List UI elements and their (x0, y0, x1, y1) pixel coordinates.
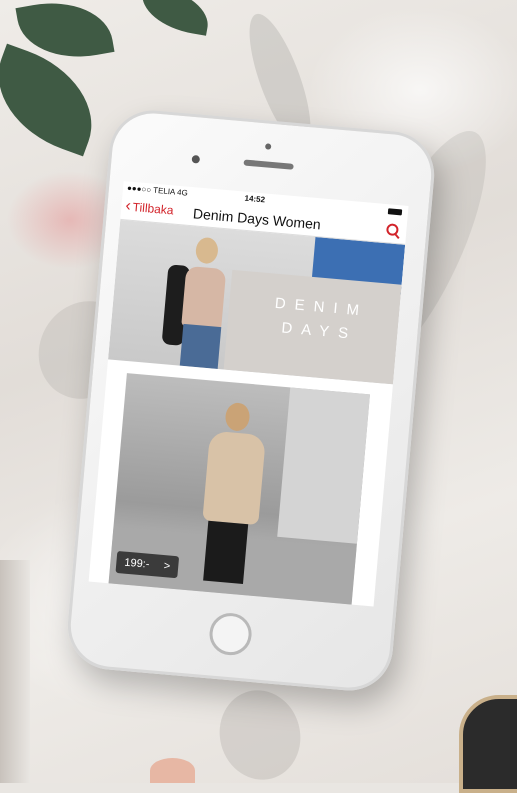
model-leggings (203, 520, 249, 584)
card-wall (277, 387, 370, 544)
sunglasses-object (459, 695, 517, 793)
smartphone: ●●●○○ TELIA 4G 14:52 ‹ Tillbaka Denim Da… (64, 106, 438, 695)
earpiece-speaker (243, 159, 294, 170)
back-button[interactable]: ‹ Tillbaka (124, 197, 175, 218)
model-head (224, 401, 251, 432)
campaign-banner[interactable]: DENIM DAYS (108, 219, 406, 385)
front-camera (191, 154, 201, 164)
book-edge (0, 560, 30, 783)
model-head (194, 236, 219, 265)
model-jeans (179, 323, 222, 369)
battery-icon (387, 208, 403, 216)
product-card[interactable]: 199:- > (108, 373, 370, 607)
back-label: Tillbaka (132, 199, 175, 218)
price-label: 199:- (123, 556, 150, 571)
home-button[interactable] (207, 611, 254, 657)
chevron-left-icon: ‹ (124, 197, 132, 215)
bomber-jacket (202, 430, 267, 526)
chevron-right-icon: > (163, 560, 171, 573)
proximity-sensor (264, 143, 272, 150)
flower (150, 758, 195, 783)
search-icon[interactable] (385, 223, 399, 237)
model-top (181, 265, 227, 330)
phone-screen: ●●●○○ TELIA 4G 14:52 ‹ Tillbaka Denim Da… (88, 181, 409, 607)
clock: 14:52 (244, 193, 266, 205)
